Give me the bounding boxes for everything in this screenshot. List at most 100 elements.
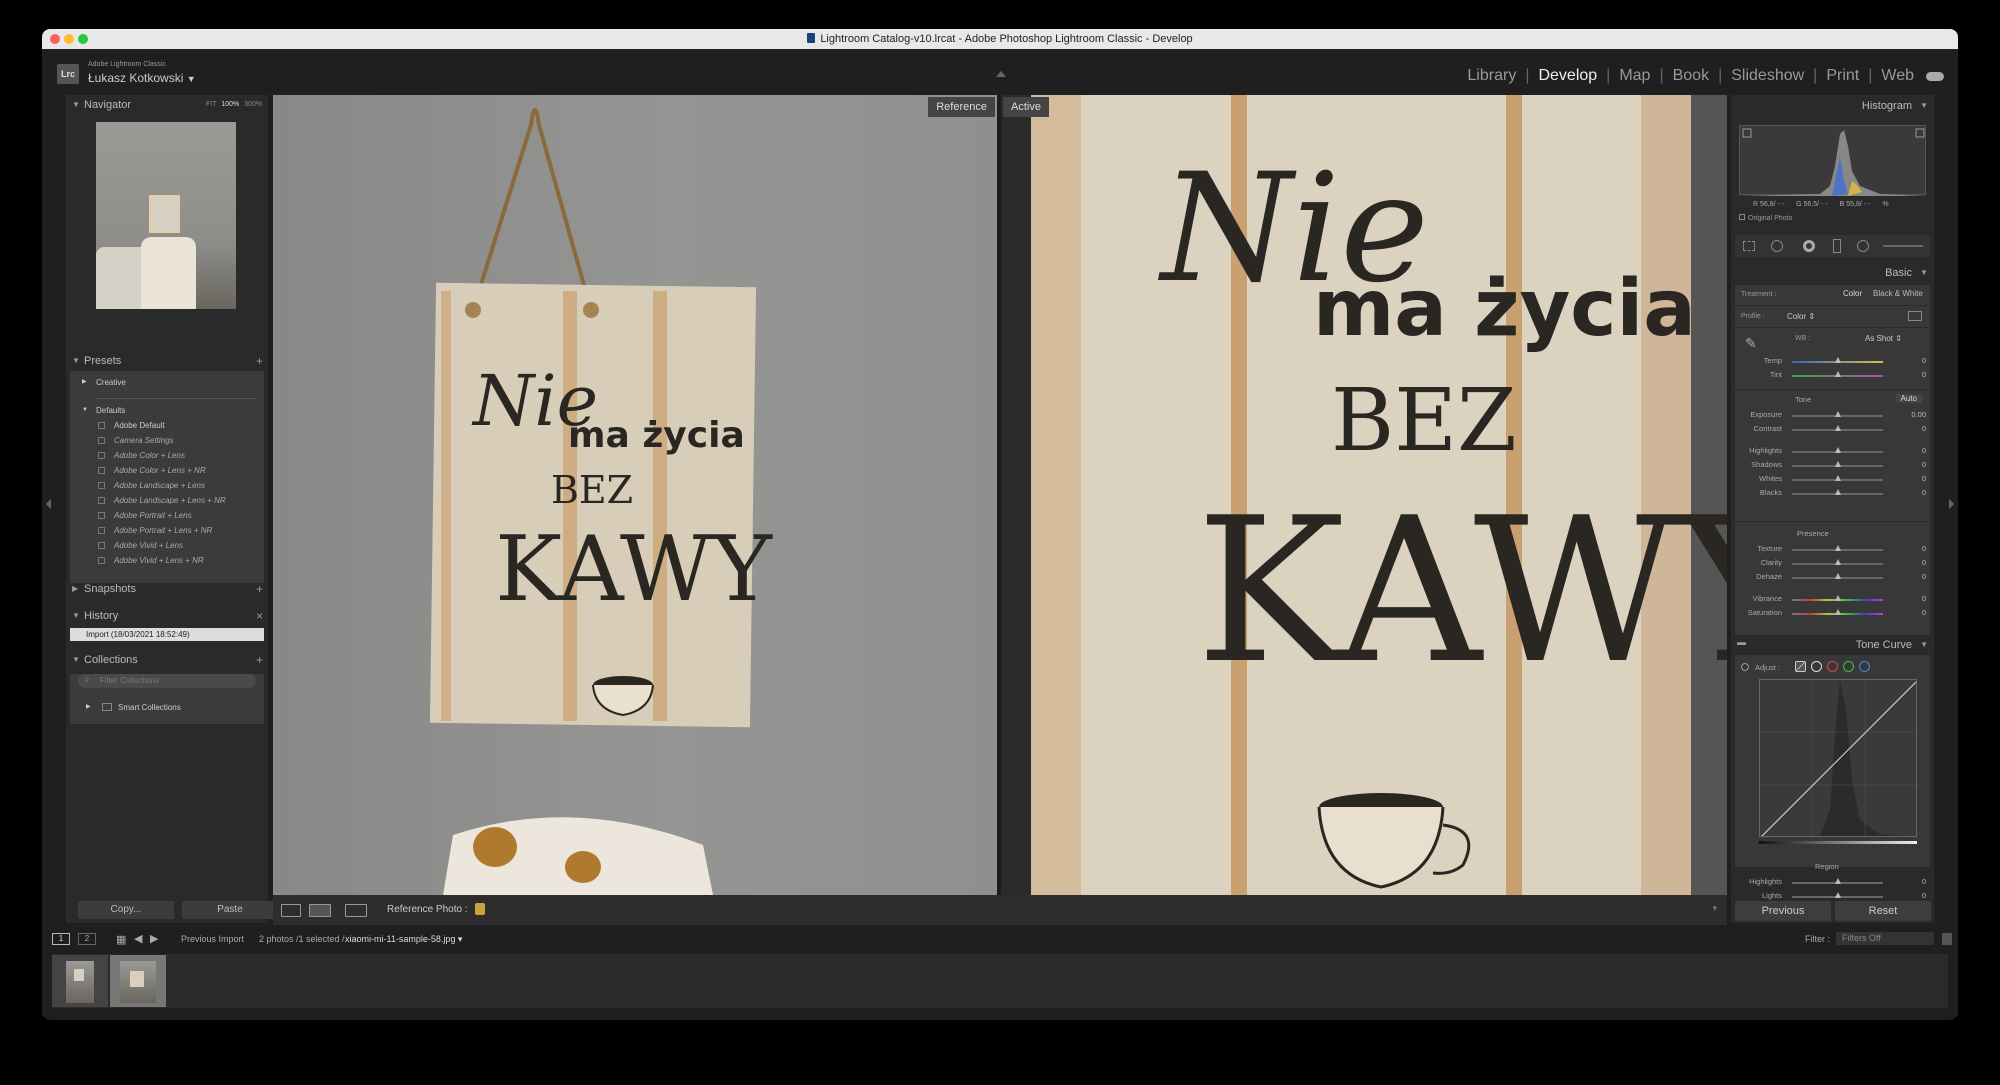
slider-knob[interactable]: [1834, 461, 1841, 467]
slider-knob[interactable]: [1834, 475, 1841, 481]
identity-user[interactable]: Łukasz Kotkowski ▼: [88, 71, 196, 85]
slider-value[interactable]: 0: [1922, 474, 1926, 483]
navigator-zoom-options[interactable]: FIT 100% 300%: [206, 95, 262, 115]
main-window-button[interactable]: 1: [52, 933, 70, 945]
slider-knob[interactable]: [1834, 357, 1841, 363]
slider-value[interactable]: 0: [1922, 594, 1926, 603]
slider-value[interactable]: 0.00: [1911, 410, 1926, 419]
slider-knob[interactable]: [1834, 447, 1841, 453]
preset-item[interactable]: Adobe Vivid + Lens: [70, 538, 264, 553]
slider-knob[interactable]: [1834, 892, 1841, 898]
slider-value[interactable]: 0: [1922, 558, 1926, 567]
filter-dropdown[interactable]: Filters Off: [1836, 932, 1934, 945]
collection-smart-collections[interactable]: ▶ Smart Collections: [70, 700, 264, 715]
tone-curve-graph[interactable]: [1759, 679, 1917, 837]
reset-button[interactable]: Reset: [1835, 901, 1931, 921]
slider-blacks[interactable]: Blacks 0: [1735, 487, 1930, 501]
active-pane[interactable]: Nie ma życia BEZ KAWY Active: [1001, 95, 1727, 895]
copy-button[interactable]: Copy...: [78, 901, 174, 919]
slider-value[interactable]: 0: [1922, 544, 1926, 553]
red-eye-icon[interactable]: [1803, 240, 1815, 252]
green-channel-icon[interactable]: [1843, 661, 1854, 672]
slider-texture[interactable]: Texture 0: [1735, 543, 1930, 557]
right-panel-toggle-icon[interactable]: [1949, 499, 1954, 509]
slider-temp[interactable]: Temp 0: [1735, 355, 1930, 369]
radial-filter-icon[interactable]: [1857, 240, 1869, 252]
slider-knob[interactable]: [1834, 425, 1841, 431]
navigator-header[interactable]: ▼ Navigator FIT 100% 300%: [66, 95, 268, 115]
slider-knob[interactable]: [1834, 595, 1841, 601]
source-label[interactable]: Previous Import: [181, 934, 244, 944]
slider-value[interactable]: 0: [1922, 608, 1926, 617]
slider-dehaze[interactable]: Dehaze 0: [1735, 571, 1930, 585]
minimize-window-button[interactable]: [64, 34, 74, 44]
wb-dropdown[interactable]: As Shot ⇕: [1865, 334, 1902, 343]
slider-value[interactable]: 0: [1922, 877, 1926, 886]
profile-dropdown[interactable]: Color ⇕: [1787, 312, 1815, 321]
histogram-header[interactable]: Histogram ▼: [1731, 95, 1934, 117]
close-window-button[interactable]: [50, 34, 60, 44]
cloud-sync-icon[interactable]: [1926, 71, 1944, 81]
toolbar-menu-icon[interactable]: ▾: [1712, 903, 1717, 914]
preset-item[interactable]: Adobe Portrait + Lens + NR: [70, 523, 264, 538]
spot-removal-icon[interactable]: [1771, 240, 1783, 252]
slider-value[interactable]: 0: [1922, 572, 1926, 581]
filmstrip-thumbnail-selected[interactable]: [110, 955, 166, 1007]
slider-value[interactable]: 0: [1922, 370, 1926, 379]
treatment-bw-option[interactable]: Black & White: [1873, 289, 1923, 298]
module-develop[interactable]: Develop: [1538, 67, 1597, 85]
forward-arrow-icon[interactable]: ▶: [150, 932, 158, 945]
slider-knob[interactable]: [1834, 573, 1841, 579]
slider-value[interactable]: 0: [1922, 488, 1926, 497]
preset-item[interactable]: Adobe Landscape + Lens: [70, 478, 264, 493]
slider-highlights[interactable]: Highlights 0: [1735, 445, 1930, 459]
slider-highlights[interactable]: Highlights 0: [1735, 876, 1930, 890]
module-print[interactable]: Print: [1826, 67, 1859, 85]
point-curve-icon[interactable]: [1811, 661, 1822, 672]
target-adjust-icon[interactable]: [1741, 663, 1749, 671]
lock-icon[interactable]: [475, 903, 485, 915]
previous-button[interactable]: Previous: [1735, 901, 1831, 921]
module-web[interactable]: Web: [1881, 67, 1914, 85]
swap-view-icon[interactable]: [345, 904, 367, 917]
slider-knob[interactable]: [1834, 609, 1841, 615]
preset-item[interactable]: Adobe Portrait + Lens: [70, 508, 264, 523]
zoom-window-button[interactable]: [78, 34, 88, 44]
navigator-preview[interactable]: [96, 122, 236, 309]
paste-button[interactable]: Paste: [182, 901, 278, 919]
top-panel-toggle-icon[interactable]: [996, 71, 1006, 77]
preset-item[interactable]: Adobe Vivid + Lens + NR: [70, 553, 264, 568]
filter-lock-icon[interactable]: [1942, 933, 1952, 945]
auto-tone-button[interactable]: Auto: [1895, 394, 1922, 403]
history-item[interactable]: Import (18/03/2021 18:52:49): [70, 628, 264, 641]
slider-knob[interactable]: [1834, 489, 1841, 495]
collections-header[interactable]: ▼ Collections +: [66, 650, 268, 670]
preset-item[interactable]: Adobe Landscape + Lens + NR: [70, 493, 264, 508]
slider-saturation[interactable]: Saturation 0: [1735, 607, 1930, 621]
eyedropper-icon[interactable]: ✎: [1745, 335, 1759, 353]
slider-knob[interactable]: [1834, 878, 1841, 884]
slider-value[interactable]: 0: [1922, 424, 1926, 433]
slider-knob[interactable]: [1834, 371, 1841, 377]
slider-tint[interactable]: Tint 0: [1735, 369, 1930, 383]
parametric-curve-icon[interactable]: [1795, 661, 1806, 672]
grid-view-icon[interactable]: ▦: [116, 933, 126, 946]
clear-history-icon[interactable]: ×: [256, 606, 263, 626]
selected-filename[interactable]: xiaomi-mi-11-sample-58.jpg ▾: [345, 934, 462, 945]
preset-item[interactable]: Adobe Color + Lens + NR: [70, 463, 264, 478]
brush-slider-icon[interactable]: [1883, 245, 1923, 247]
back-arrow-icon[interactable]: ◀: [134, 932, 142, 945]
presets-header[interactable]: ▼ Presets +: [66, 351, 268, 371]
original-photo-checkbox[interactable]: Original Photo: [1739, 214, 1792, 222]
red-channel-icon[interactable]: [1827, 661, 1838, 672]
preset-item[interactable]: Adobe Color + Lens: [70, 448, 264, 463]
snapshots-header[interactable]: ▶ Snapshots +: [66, 579, 268, 599]
filter-collections-input[interactable]: ⌕ Filter Collections: [78, 674, 256, 688]
add-snapshot-icon[interactable]: +: [256, 579, 263, 599]
left-panel-toggle-icon[interactable]: [46, 499, 51, 509]
blue-channel-icon[interactable]: [1859, 661, 1870, 672]
treatment-color-option[interactable]: Color: [1843, 289, 1862, 298]
slider-shadows[interactable]: Shadows 0: [1735, 459, 1930, 473]
slider-value[interactable]: 0: [1922, 891, 1926, 900]
slider-whites[interactable]: Whites 0: [1735, 473, 1930, 487]
